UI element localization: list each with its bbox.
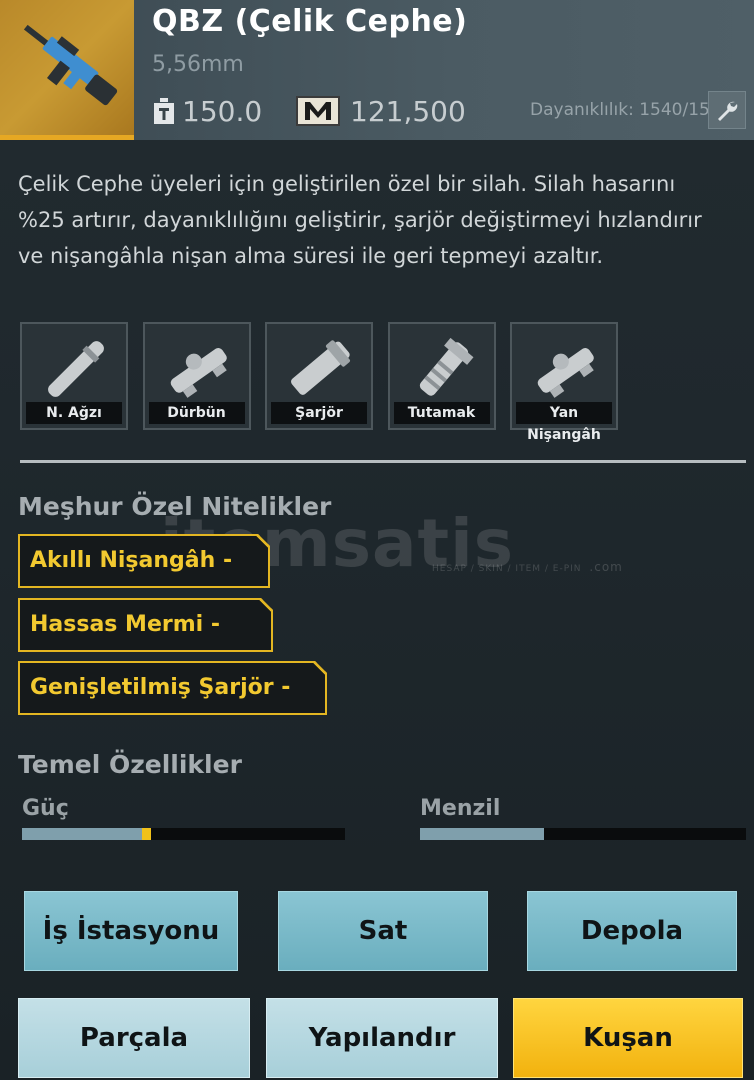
bp-coin-icon [296,96,340,126]
weapon-thumbnail [0,0,134,140]
configure-button[interactable]: Yapılandır [266,998,498,1078]
attachment-slot-side-scope[interactable]: Yan Nişangâh [510,322,618,443]
item-detail-panel: QBZ (Çelik Cephe) 5,56mm 150.0 121,500 D… [0,0,754,1080]
wrench-icon [718,101,738,121]
price-display: 121,500 [296,94,466,128]
attachment-slot-grip[interactable]: Tutamak [387,322,496,430]
watermark-tagline: HESAP / SKIN / ITEM / E-PIN .com [432,560,623,574]
trait-badge[interactable]: Hassas Mermi - Sv. 1 [18,598,273,652]
workstation-button[interactable]: İş İstasyonu [24,891,238,971]
magazine-icon [291,340,350,395]
attachment-label: Yan Nişangâh [516,402,612,443]
muzzle-icon [48,341,104,397]
stat-label-range: Menzil [420,796,501,821]
stat-label-power: Güç [22,796,69,821]
stats-title: Temel Özellikler [18,750,242,779]
item-description: Çelik Cephe üyeleri için geliştirilen öz… [18,172,702,268]
watermark-sub-text: HESAP / SKIN / ITEM / E-PIN [432,564,582,574]
weight-display: 150.0 [152,94,262,128]
range-bar [420,828,746,840]
store-button[interactable]: Depola [527,891,737,971]
range-bar-fill [420,828,544,840]
item-header: QBZ (Çelik Cephe) 5,56mm 150.0 121,500 D… [0,0,754,140]
weight-value: 150.0 [182,94,263,128]
rifle-icon [23,24,118,106]
grip-icon [419,337,473,396]
sell-button[interactable]: Sat [278,891,488,971]
dismantle-button[interactable]: Parçala [18,998,250,1078]
price-value: 121,500 [350,94,466,128]
power-bar-fill [22,828,142,840]
attachment-label: Dürbün [148,402,245,424]
weight-icon [154,98,174,124]
trait-badge[interactable]: Genişletilmiş Şarjör - Sv. 1 [18,661,327,715]
power-bar [22,828,345,840]
trait-badge[interactable]: Akıllı Nişangâh - Sv. 1 [18,534,270,588]
scope-icon [170,348,227,398]
attachment-slots: N. Ağzı Dürbün Şarjör Tutamak Yan Nişang… [20,322,633,443]
attachment-slot-magazine[interactable]: Şarjör [265,322,373,430]
attachment-slot-muzzle[interactable]: N. Ağzı [20,322,128,430]
attachment-label: Şarjör [271,402,367,424]
attachment-label: Tutamak [393,402,490,424]
caliber-text: 5,56mm [152,52,244,77]
power-bar-bonus [141,828,152,840]
equip-button[interactable]: Kuşan [513,998,743,1078]
item-title: QBZ (Çelik Cephe) [152,4,468,39]
attachment-slot-scope[interactable]: Dürbün [142,322,251,430]
durability-text: Dayanıklılık: 1540/1540 [530,100,732,120]
watermark-suffix: .com [589,560,623,574]
side-scope-icon [537,348,594,398]
section-divider [20,460,746,463]
repair-button[interactable] [708,91,746,129]
attachment-label: N. Ağzı [26,402,122,424]
